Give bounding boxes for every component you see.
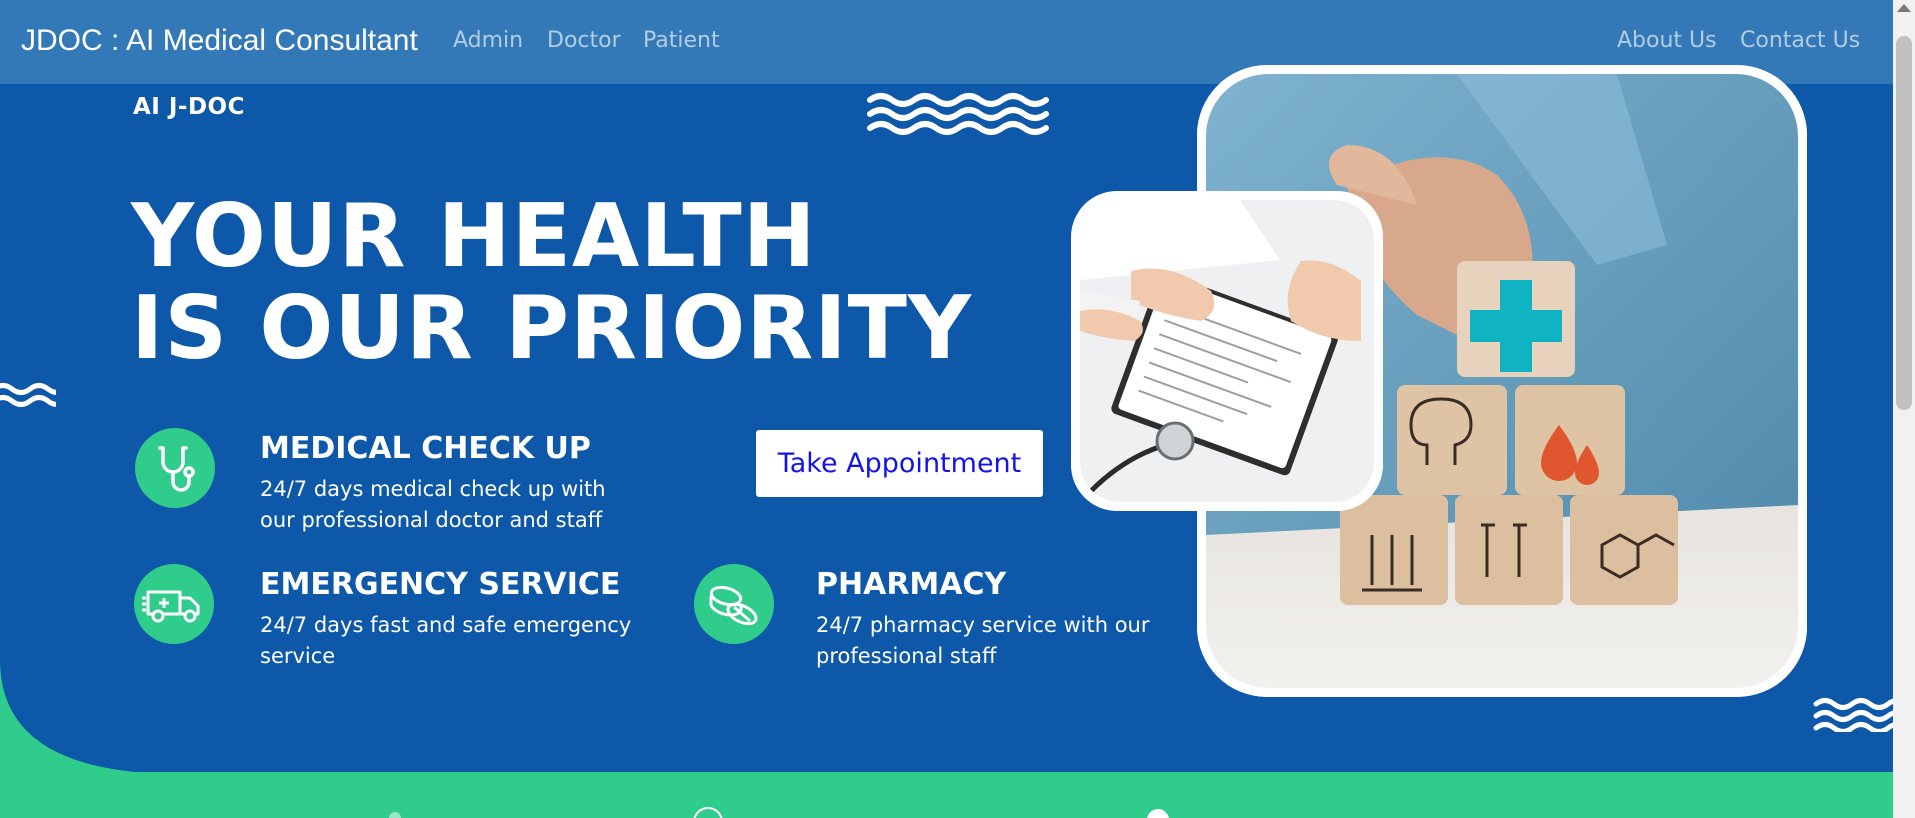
hero-headline: YOUR HEALTH IS OUR PRIORITY [131, 190, 972, 374]
wave-decoration [867, 93, 1049, 135]
take-appointment-button[interactable]: Take Appointment [755, 429, 1044, 498]
green-band-marker [693, 807, 723, 818]
feature-desc-emergency-service: 24/7 days fast and safe emergency servic… [260, 613, 632, 668]
feature-desc-medical-check-up: 24/7 days medical check up with our prof… [260, 477, 606, 532]
headline-line-2: IS OUR PRIORITY [131, 277, 972, 379]
green-band-marker [1147, 809, 1169, 818]
feature-title-medical-check-up: MEDICAL CHECK UP [260, 431, 591, 466]
feature-title-pharmacy: PHARMACY [816, 567, 1007, 602]
nav-link-about-us[interactable]: About Us [1617, 28, 1717, 53]
headline-line-1: YOUR HEALTH [131, 185, 817, 287]
green-band-marker [389, 812, 401, 818]
scrollbar-thumb[interactable] [1896, 36, 1912, 410]
ambulance-icon [134, 564, 214, 644]
hero-photo-doctor-paperwork [1071, 191, 1383, 511]
hero-tagline: AI J-DOC [133, 94, 245, 120]
pills-icon [694, 564, 774, 644]
green-curve-decoration [0, 660, 320, 774]
stethoscope-icon [135, 428, 215, 508]
feature-title-emergency-service: EMERGENCY SERVICE [260, 567, 621, 602]
wave-decoration [1813, 698, 1893, 732]
green-footer-band [0, 772, 1893, 818]
nav-link-patient[interactable]: Patient [643, 28, 720, 53]
brand-title[interactable]: JDOC : AI Medical Consultant [21, 24, 418, 58]
feature-desc-pharmacy: 24/7 pharmacy service with our professio… [816, 613, 1150, 668]
nav-link-doctor[interactable]: Doctor [547, 28, 621, 53]
wave-decoration [0, 383, 56, 407]
scroll-up-arrow-icon[interactable] [1897, 4, 1911, 12]
nav-link-admin[interactable]: Admin [453, 28, 523, 53]
nav-link-contact-us[interactable]: Contact Us [1740, 28, 1860, 53]
